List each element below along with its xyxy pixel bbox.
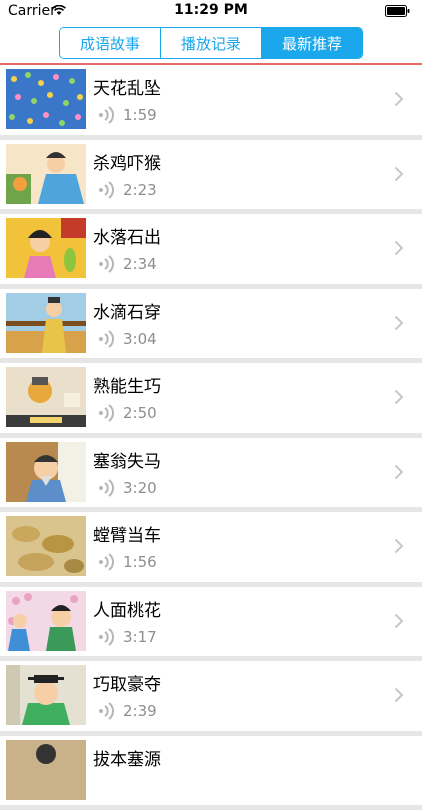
story-thumbnail [6, 367, 86, 427]
story-thumbnail [6, 293, 86, 353]
chevron-right-icon [394, 166, 404, 182]
story-row-9[interactable]: 拔本塞源 [0, 736, 422, 810]
audio-icon [97, 553, 117, 571]
tab-play-history[interactable]: 播放记录 [160, 28, 261, 58]
audio-icon [97, 106, 117, 124]
story-row-8[interactable]: 巧取豪夺 2:39 [0, 661, 422, 736]
story-title: 人面桃花 [93, 596, 161, 621]
story-thumbnail [6, 144, 86, 204]
story-duration: 2:39 [123, 702, 157, 720]
story-row-3[interactable]: 水滴石穿 3:04 [0, 289, 422, 364]
chevron-right-icon [394, 613, 404, 629]
audio-icon [97, 479, 117, 497]
chevron-right-icon [394, 687, 404, 703]
story-duration: 2:50 [123, 404, 157, 422]
chevron-right-icon [394, 538, 404, 554]
audio-icon [97, 628, 117, 646]
segment-control: 成语故事 播放记录 最新推荐 [59, 27, 363, 59]
chevron-right-icon [394, 464, 404, 480]
story-thumbnail [6, 69, 86, 129]
story-row-2[interactable]: 水落石出 2:34 [0, 214, 422, 289]
audio-icon [97, 702, 117, 720]
story-duration: 1:56 [123, 553, 157, 571]
story-duration: 2:34 [123, 255, 157, 273]
chevron-right-icon [394, 315, 404, 331]
story-row-6[interactable]: 螳臂当车 1:56 [0, 512, 422, 587]
story-thumbnail [6, 516, 86, 576]
audio-icon [97, 330, 117, 348]
audio-icon [97, 181, 117, 199]
story-duration: 1:59 [123, 106, 157, 124]
story-title: 熟能生巧 [93, 372, 161, 397]
story-thumbnail [6, 591, 86, 651]
story-list: 天花乱坠 1:59 杀鸡吓猴 2:23 [0, 65, 422, 810]
story-thumbnail [6, 442, 86, 502]
story-title: 天花乱坠 [93, 74, 161, 99]
story-row-1[interactable]: 杀鸡吓猴 2:23 [0, 140, 422, 215]
chevron-right-icon [394, 240, 404, 256]
story-duration: 3:04 [123, 330, 157, 348]
story-row-7[interactable]: 人面桃花 3:17 [0, 587, 422, 662]
audio-icon [97, 404, 117, 422]
story-duration: 3:20 [123, 479, 157, 497]
tab-idiom-stories[interactable]: 成语故事 [60, 28, 160, 58]
story-title: 螳臂当车 [93, 521, 161, 546]
chevron-right-icon [394, 91, 404, 107]
story-thumbnail [6, 740, 86, 800]
story-title: 塞翁失马 [93, 447, 161, 472]
audio-icon [97, 255, 117, 273]
story-title: 巧取豪夺 [93, 670, 161, 695]
story-title: 水落石出 [93, 223, 161, 248]
story-title: 水滴石穿 [93, 298, 161, 323]
story-thumbnail [6, 218, 86, 278]
status-bar: Carrier 11:29 PM [0, 0, 422, 22]
battery-icon [385, 5, 410, 17]
story-duration: 3:17 [123, 628, 157, 646]
clock: 11:29 PM [0, 2, 422, 18]
story-duration: 2:23 [123, 181, 157, 199]
tab-latest-recommend[interactable]: 最新推荐 [261, 28, 362, 58]
story-title: 拔本塞源 [93, 745, 161, 770]
story-thumbnail [6, 665, 86, 725]
story-row-5[interactable]: 塞翁失马 3:20 [0, 438, 422, 513]
story-row-4[interactable]: 熟能生巧 2:50 [0, 363, 422, 438]
chevron-right-icon [394, 389, 404, 405]
story-row-0[interactable]: 天花乱坠 1:59 [0, 65, 422, 140]
story-title: 杀鸡吓猴 [93, 149, 161, 174]
